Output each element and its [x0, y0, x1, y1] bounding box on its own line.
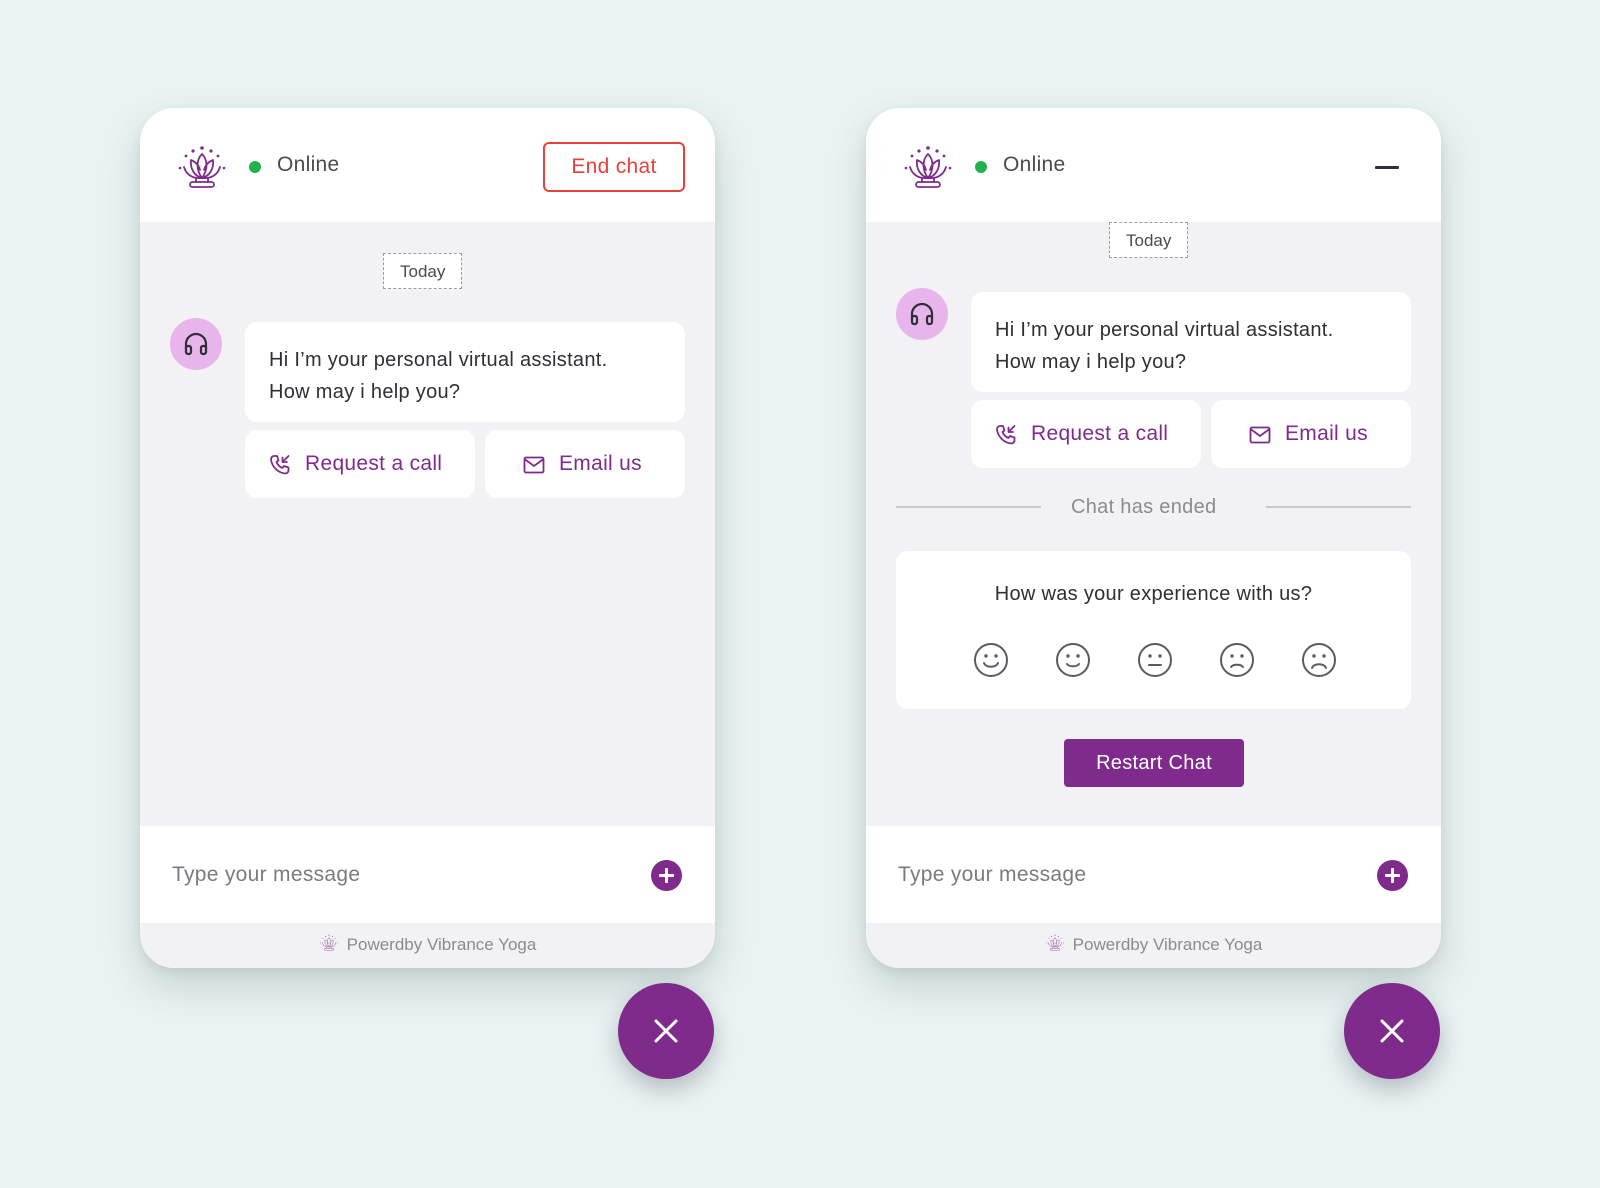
close-icon [654, 1019, 678, 1043]
very-happy-face-icon[interactable] [973, 642, 1009, 678]
powered-by-footer: Powerdby Vibrance Yoga [866, 923, 1441, 968]
email-us-button[interactable]: Email us [1211, 400, 1411, 468]
chat-header: Online [866, 108, 1441, 222]
online-status-label: Online [1003, 153, 1066, 176]
mail-icon [1249, 426, 1271, 444]
lotus-logo-icon [319, 933, 339, 953]
chat-widget-active: Online End chat Today Hi I’m your person… [140, 0, 715, 1188]
chat-header: Online End chat [140, 108, 715, 222]
divider-line [896, 506, 1041, 508]
chat-ended-label: Chat has ended [1071, 496, 1217, 518]
email-us-label: Email us [1285, 422, 1368, 445]
email-us-label: Email us [559, 452, 642, 475]
minimize-icon [1375, 166, 1399, 169]
online-status-dot [975, 161, 987, 173]
powered-by-text: Powerdby Vibrance Yoga [1072, 935, 1263, 954]
lotus-logo-icon [902, 142, 954, 194]
online-status-dot [249, 161, 261, 173]
restart-chat-button[interactable]: Restart Chat [1064, 739, 1244, 787]
powered-by-text: Powerdby Vibrance Yoga [346, 935, 537, 954]
phone-incoming-icon [995, 424, 1017, 446]
assistant-message-bubble: Hi I’m your personal virtual assistant. … [971, 292, 1411, 392]
headset-icon [909, 301, 935, 327]
end-chat-button[interactable]: End chat [543, 142, 685, 192]
assistant-message-bubble: Hi I’m your personal virtual assistant. … [245, 322, 685, 422]
minimize-button[interactable] [1369, 158, 1403, 178]
rating-question: How was your experience with us? [994, 583, 1313, 605]
unhappy-face-icon[interactable] [1219, 642, 1255, 678]
date-separator: Today [383, 253, 463, 289]
phone-incoming-icon [269, 454, 291, 476]
divider-line [1266, 506, 1411, 508]
add-attachment-button[interactable] [1377, 860, 1408, 891]
happy-face-icon[interactable] [1055, 642, 1091, 678]
assistant-avatar [896, 288, 948, 340]
message-line: How may i help you? [269, 381, 461, 403]
chat-panel: Online Today Hi I’m your personal virtua… [866, 108, 1441, 968]
request-call-label: Request a call [305, 452, 443, 475]
mail-icon [523, 456, 545, 474]
chat-widget-ended: Online Today Hi I’m your personal virtua… [866, 0, 1441, 1188]
lotus-logo-icon [1045, 933, 1065, 953]
rating-card: How was your experience with us? [896, 551, 1411, 709]
assistant-avatar [170, 318, 222, 370]
add-attachment-button[interactable] [651, 860, 682, 891]
message-composer [140, 826, 715, 923]
message-line: Hi I’m your personal virtual assistant. [995, 319, 1334, 341]
headset-icon [183, 331, 209, 357]
request-call-button[interactable]: Request a call [245, 430, 475, 498]
very-unhappy-face-icon[interactable] [1301, 642, 1337, 678]
date-separator: Today [1109, 222, 1189, 258]
online-status-label: Online [277, 153, 340, 176]
close-chat-fab[interactable] [618, 983, 714, 1079]
message-composer [866, 826, 1441, 923]
lotus-logo-icon [176, 142, 228, 194]
message-line: Hi I’m your personal virtual assistant. [269, 349, 608, 371]
message-input[interactable] [170, 854, 614, 896]
powered-by-footer: Powerdby Vibrance Yoga [140, 923, 715, 968]
request-call-label: Request a call [1031, 422, 1169, 445]
message-input[interactable] [896, 854, 1340, 896]
close-chat-fab[interactable] [1344, 983, 1440, 1079]
neutral-face-icon[interactable] [1137, 642, 1173, 678]
close-icon [1380, 1019, 1404, 1043]
chat-panel: Online End chat Today Hi I’m your person… [140, 108, 715, 968]
message-line: How may i help you? [995, 351, 1187, 373]
email-us-button[interactable]: Email us [485, 430, 685, 498]
request-call-button[interactable]: Request a call [971, 400, 1201, 468]
